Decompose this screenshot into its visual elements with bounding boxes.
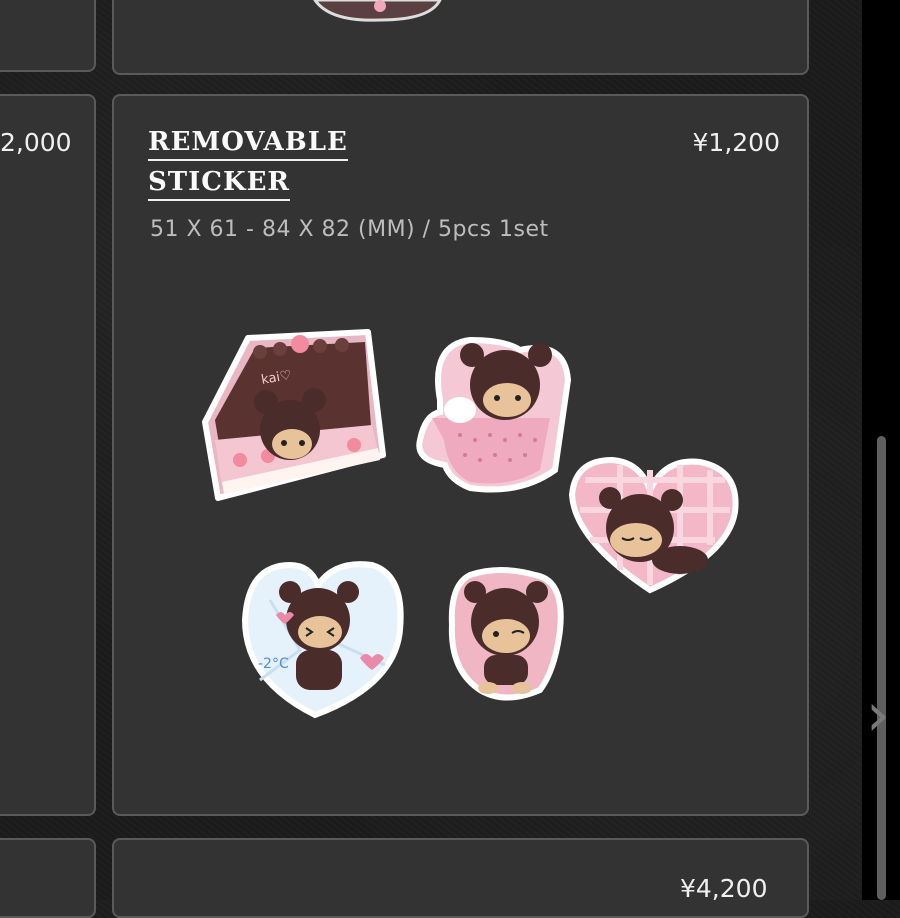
cake-bear-sticker: kai♡ [202,329,386,501]
teacup-bear-sticker [416,336,572,493]
sticker-illustrations: kai♡ -2°C [202,0,739,719]
top-partial-sticker [313,0,442,22]
ice-heart-bear-sticker: -2°C [241,561,404,719]
winking-bear-sticker [448,567,564,701]
cold-text: -2°C [258,656,289,672]
heart-sleeping-bear-sticker [568,456,739,594]
